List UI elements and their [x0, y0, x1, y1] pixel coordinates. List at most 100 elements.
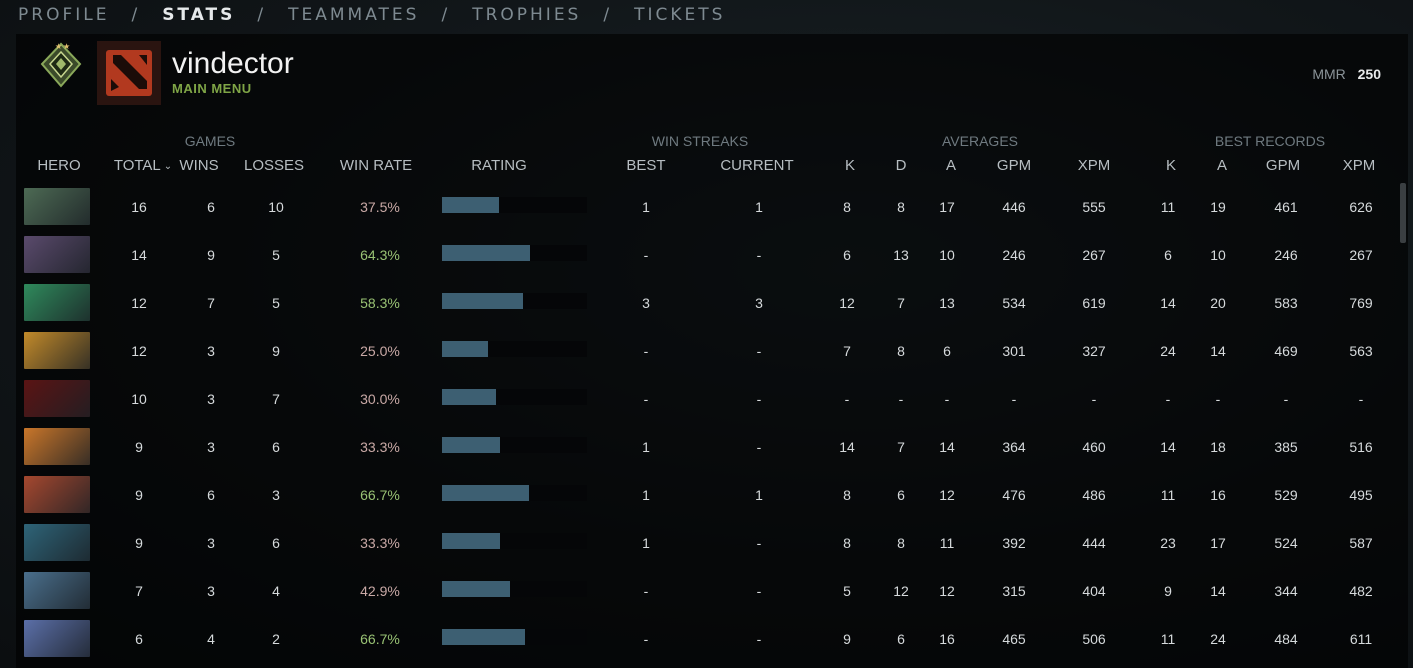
- table-row[interactable]: 10 3 7 30.0% - - - - - - - - - - -: [0, 375, 1413, 423]
- hero-portrait-icon[interactable]: [24, 380, 90, 417]
- best-kills: 11: [1160, 487, 1176, 503]
- col-best-assists[interactable]: A: [1207, 157, 1237, 174]
- group-games: GAMES: [184, 133, 236, 149]
- avg-kills: 12: [839, 295, 855, 311]
- losses: 6: [272, 439, 280, 455]
- win-rate: 58.3%: [360, 295, 400, 311]
- nav-stats[interactable]: STATS: [162, 5, 235, 25]
- col-avg-xpm[interactable]: XPM: [1070, 157, 1118, 174]
- losses: 5: [272, 247, 280, 263]
- wins: 3: [207, 535, 215, 551]
- best-gpm: 583: [1274, 295, 1298, 311]
- avg-assists: 16: [939, 631, 955, 647]
- table-row[interactable]: 12 7 5 58.3% 3 3 12 7 13 534 619 14 20 583 769: [0, 279, 1413, 327]
- col-current-streak[interactable]: CURRENT: [715, 157, 799, 174]
- col-losses[interactable]: LOSSES: [240, 157, 308, 174]
- nav-teammates[interactable]: TEAMMATES: [288, 5, 419, 25]
- player-status: MAIN MENU: [172, 81, 252, 96]
- col-avg-assists[interactable]: A: [936, 157, 966, 174]
- avg-gpm: 465: [1002, 631, 1026, 647]
- avg-assists: -: [944, 391, 950, 407]
- current-streak: -: [756, 247, 762, 263]
- hero-portrait-icon[interactable]: [24, 332, 90, 369]
- col-avg-gpm[interactable]: GPM: [990, 157, 1038, 174]
- table-row[interactable]: 9 3 6 33.3% 1 - 8 8 11 392 444 23 17 524 587: [0, 519, 1413, 567]
- col-hero[interactable]: HERO: [28, 157, 90, 174]
- avg-xpm: 327: [1082, 343, 1106, 359]
- table-row[interactable]: 6 4 2 66.7% - - 9 6 16 465 506 11 24 484 611: [0, 615, 1413, 663]
- avg-xpm: 460: [1082, 439, 1106, 455]
- best-streak: 1: [642, 439, 650, 455]
- hero-portrait-icon[interactable]: [24, 572, 90, 609]
- best-gpm: 524: [1274, 535, 1298, 551]
- col-rating[interactable]: RATING: [460, 157, 538, 174]
- hero-portrait-icon[interactable]: [24, 524, 90, 561]
- mmr-label: MMR: [1312, 66, 1346, 82]
- table-row[interactable]: 7 3 4 42.9% - - 5 12 12 315 404 9 14 344 482: [0, 567, 1413, 615]
- rating-bar: [442, 293, 587, 309]
- rating-bar: [442, 437, 587, 453]
- hero-portrait-icon[interactable]: [24, 188, 90, 225]
- avg-deaths: 12: [893, 583, 909, 599]
- avg-kills: 9: [843, 631, 851, 647]
- current-streak: 1: [755, 487, 763, 503]
- nav-profile[interactable]: PROFILE: [18, 5, 109, 25]
- rank-medal-icon[interactable]: ★ ★: [38, 40, 84, 90]
- nav-tickets[interactable]: TICKETS: [634, 5, 725, 25]
- svg-text:★: ★: [55, 42, 62, 51]
- best-assists: 20: [1210, 295, 1226, 311]
- best-gpm: 469: [1274, 343, 1298, 359]
- avg-deaths: 7: [897, 439, 905, 455]
- stats-nav: PROFILE / STATS / TEAMMATES / TROPHIES /…: [18, 3, 725, 27]
- wins: 3: [207, 391, 215, 407]
- col-best-streak[interactable]: BEST: [615, 157, 677, 174]
- hero-portrait-icon[interactable]: [24, 284, 90, 321]
- table-row[interactable]: 14 9 5 64.3% - - 6 13 10 246 267 6 10 246 267: [0, 231, 1413, 279]
- rating-bar: [442, 197, 587, 213]
- svg-text:★: ★: [63, 42, 70, 51]
- avg-gpm: 534: [1002, 295, 1026, 311]
- table-row[interactable]: 16 6 10 37.5% 1 1 8 8 17 446 555 11 19 461 626: [0, 183, 1413, 231]
- avg-gpm: 246: [1002, 247, 1026, 263]
- table-row[interactable]: 9 3 6 33.3% 1 - 14 7 14 364 460 14 18 385 516: [0, 423, 1413, 471]
- col-best-xpm[interactable]: XPM: [1335, 157, 1383, 174]
- nav-separator: /: [257, 5, 267, 25]
- best-streak: -: [643, 631, 649, 647]
- best-gpm: 484: [1274, 631, 1298, 647]
- best-kills: 6: [1164, 247, 1172, 263]
- avg-assists: 12: [939, 487, 955, 503]
- table-row[interactable]: 9 6 3 66.7% 1 1 8 6 12 476 486 11 16 529 495: [0, 471, 1413, 519]
- best-assists: 10: [1210, 247, 1226, 263]
- hero-portrait-icon[interactable]: [24, 476, 90, 513]
- current-streak: 3: [755, 295, 763, 311]
- col-best-kills[interactable]: K: [1156, 157, 1186, 174]
- best-xpm: -: [1358, 391, 1364, 407]
- hero-portrait-icon[interactable]: [24, 428, 90, 465]
- avg-kills: 14: [839, 439, 855, 455]
- win-rate: 37.5%: [360, 199, 400, 215]
- hero-portrait-icon[interactable]: [24, 236, 90, 273]
- col-avg-deaths[interactable]: D: [886, 157, 916, 174]
- col-total[interactable]: TOTAL ⌄: [108, 157, 178, 174]
- rating-bar-fill: [442, 293, 524, 309]
- losses: 4: [272, 583, 280, 599]
- hero-portrait-icon[interactable]: [24, 620, 90, 657]
- nav-trophies[interactable]: TROPHIES: [472, 5, 581, 25]
- total-games: 9: [135, 487, 143, 503]
- avg-xpm: 555: [1082, 199, 1106, 215]
- avg-deaths: 8: [897, 343, 905, 359]
- win-rate: 33.3%: [360, 535, 400, 551]
- table-row[interactable]: 12 3 9 25.0% - - 7 8 6 301 327 24 14 469 563: [0, 327, 1413, 375]
- scrollbar-thumb[interactable]: [1400, 183, 1406, 243]
- avg-assists: 6: [943, 343, 951, 359]
- col-avg-kills[interactable]: K: [835, 157, 865, 174]
- col-best-gpm[interactable]: GPM: [1259, 157, 1307, 174]
- current-streak: -: [756, 391, 762, 407]
- avg-xpm: -: [1091, 391, 1097, 407]
- avg-gpm: 392: [1002, 535, 1026, 551]
- best-xpm: 267: [1349, 247, 1373, 263]
- col-win-rate[interactable]: WIN RATE: [334, 157, 418, 174]
- dota2-logo-icon[interactable]: [97, 41, 161, 105]
- rating-bar: [442, 389, 587, 405]
- col-wins[interactable]: WINS: [174, 157, 224, 174]
